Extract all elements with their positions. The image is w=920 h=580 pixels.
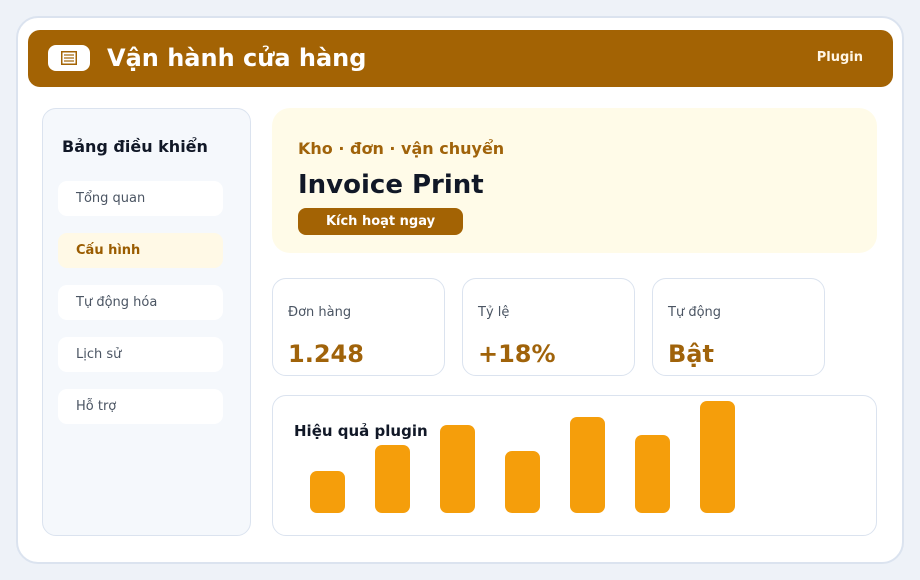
app-logo <box>48 45 90 71</box>
chart-bar-5 <box>570 417 605 513</box>
chart-bar-4 <box>505 451 540 513</box>
stat-label: Tỷ lệ <box>478 305 510 320</box>
hero-card: Kho · đơn · vận chuyển Invoice Print Kíc… <box>272 108 877 253</box>
chart-card: Hiệu quả plugin <box>272 395 877 536</box>
stat-label: Đơn hàng <box>288 305 352 320</box>
sidebar-item-support[interactable]: Hỗ trợ <box>58 389 223 424</box>
chart-title: Hiệu quả plugin <box>294 422 428 440</box>
sidebar-item-history[interactable]: Lịch sử <box>58 337 223 372</box>
top-bar: Vận hành cửa hàng Plugin <box>28 30 893 87</box>
stat-label: Tự động <box>668 305 722 320</box>
stat-card-orders: Đơn hàng 1.248 <box>272 278 445 376</box>
document-list-icon <box>61 51 77 65</box>
hero-kicker: Kho · đơn · vận chuyển <box>298 139 505 158</box>
stat-value: 1.248 <box>288 340 364 368</box>
activate-button[interactable]: Kích hoạt ngay <box>298 208 463 235</box>
chart-bar-1 <box>310 471 345 513</box>
app-title: Vận hành cửa hàng <box>107 44 367 72</box>
chart-bar-2 <box>375 445 410 513</box>
stat-card-rate: Tỷ lệ +18% <box>462 278 635 376</box>
plugin-link[interactable]: Plugin <box>817 49 863 67</box>
sidebar-item-configuration[interactable]: Cấu hình <box>58 233 223 268</box>
sidebar-title: Bảng điều khiển <box>62 137 208 156</box>
chart-bar-3 <box>440 425 475 513</box>
chart-bar-6 <box>635 435 670 513</box>
stat-value: +18% <box>478 340 556 368</box>
sidebar: Bảng điều khiển Tổng quan Cấu hình Tự độ… <box>42 108 251 536</box>
sidebar-item-overview[interactable]: Tổng quan <box>58 181 223 216</box>
sidebar-item-automation[interactable]: Tự động hóa <box>58 285 223 320</box>
stat-value: Bật <box>668 340 714 368</box>
stat-card-automation: Tự động Bật <box>652 278 825 376</box>
chart-bar-7 <box>700 401 735 513</box>
hero-title: Invoice Print <box>298 170 484 200</box>
